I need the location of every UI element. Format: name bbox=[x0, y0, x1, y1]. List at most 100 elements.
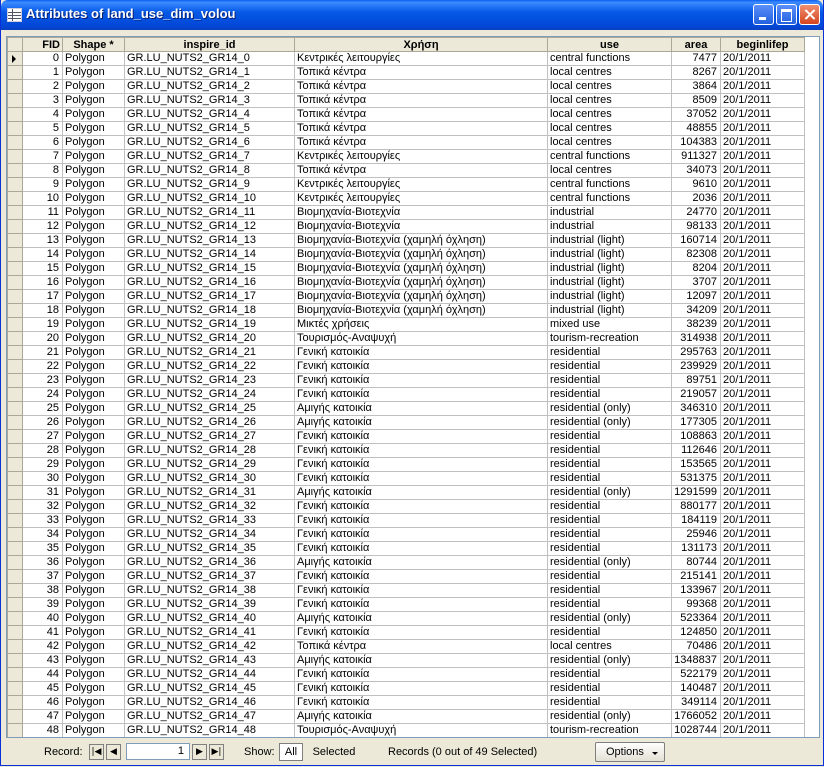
cell-inspire-id[interactable]: GR.LU_NUTS2_GR14_8 bbox=[124, 163, 295, 178]
cell-beginlifep[interactable]: 20/1/2011 bbox=[720, 723, 805, 737]
cell-area[interactable]: 184119 bbox=[671, 513, 721, 528]
cell-xrisi[interactable]: Τοπικά κέντρα bbox=[294, 107, 548, 122]
cell-shape[interactable]: Polygon bbox=[62, 401, 125, 416]
cell-area[interactable]: 523364 bbox=[671, 611, 721, 626]
cell-fid[interactable]: 20 bbox=[22, 331, 63, 346]
cell-shape[interactable]: Polygon bbox=[62, 499, 125, 514]
cell-area[interactable]: 98133 bbox=[671, 219, 721, 234]
table-row[interactable]: 17 Polygon GR.LU_NUTS2_GR14_17 Βιομηχανία-Β… bbox=[7, 289, 805, 304]
cell-shape[interactable]: Polygon bbox=[62, 387, 125, 402]
cell-shape[interactable]: Polygon bbox=[62, 485, 125, 500]
cell-beginlifep[interactable]: 20/1/2011 bbox=[720, 275, 805, 290]
cell-area[interactable]: 3707 bbox=[671, 275, 721, 290]
cell-area[interactable]: 2036 bbox=[671, 191, 721, 206]
cell-inspire-id[interactable]: GR.LU_NUTS2_GR14_15 bbox=[124, 261, 295, 276]
cell-shape[interactable]: Polygon bbox=[62, 261, 125, 276]
cell-area[interactable]: 37052 bbox=[671, 107, 721, 122]
cell-area[interactable]: 346310 bbox=[671, 401, 721, 416]
cell-use[interactable]: residential (only) bbox=[547, 485, 672, 500]
cell-fid[interactable]: 23 bbox=[22, 373, 63, 388]
cell-xrisi[interactable]: Γενική κατοικία bbox=[294, 443, 548, 458]
cell-use[interactable]: residential bbox=[547, 681, 672, 696]
cell-shape[interactable]: Polygon bbox=[62, 527, 125, 542]
cell-inspire-id[interactable]: GR.LU_NUTS2_GR14_6 bbox=[124, 135, 295, 150]
table-row[interactable]: 4 Polygon GR.LU_NUTS2_GR14_4 Τοπικά κέντρα l… bbox=[7, 107, 805, 122]
cell-xrisi[interactable]: Μικτές χρήσεις bbox=[294, 317, 548, 332]
cell-xrisi[interactable]: Τοπικά κέντρα bbox=[294, 93, 548, 108]
table-row[interactable]: 15 Polygon GR.LU_NUTS2_GR14_15 Βιομηχανία-Β… bbox=[7, 261, 805, 276]
title-bar[interactable]: Attributes of land_use_dim_volou bbox=[1, 0, 823, 30]
cell-inspire-id[interactable]: GR.LU_NUTS2_GR14_11 bbox=[124, 205, 295, 220]
row-selector[interactable] bbox=[7, 443, 23, 458]
cell-shape[interactable]: Polygon bbox=[62, 373, 125, 388]
cell-beginlifep[interactable]: 20/1/2011 bbox=[720, 513, 805, 528]
cell-shape[interactable]: Polygon bbox=[62, 317, 125, 332]
cell-inspire-id[interactable]: GR.LU_NUTS2_GR14_44 bbox=[124, 667, 295, 682]
row-selector[interactable] bbox=[7, 611, 23, 626]
table-row[interactable]: 18 Polygon GR.LU_NUTS2_GR14_18 Βιομηχανία-Β… bbox=[7, 303, 805, 318]
cell-beginlifep[interactable]: 20/1/2011 bbox=[720, 695, 805, 710]
cell-shape[interactable]: Polygon bbox=[62, 93, 125, 108]
row-selector[interactable] bbox=[7, 303, 23, 318]
cell-beginlifep[interactable]: 20/1/2011 bbox=[720, 639, 805, 654]
row-selector[interactable] bbox=[7, 65, 23, 80]
cell-inspire-id[interactable]: GR.LU_NUTS2_GR14_31 bbox=[124, 485, 295, 500]
cell-beginlifep[interactable]: 20/1/2011 bbox=[720, 177, 805, 192]
row-selector[interactable] bbox=[7, 569, 23, 584]
cell-use[interactable]: residential bbox=[547, 457, 672, 472]
cell-inspire-id[interactable]: GR.LU_NUTS2_GR14_26 bbox=[124, 415, 295, 430]
row-selector[interactable] bbox=[7, 359, 23, 374]
cell-fid[interactable]: 47 bbox=[22, 709, 63, 724]
cell-fid[interactable]: 30 bbox=[22, 471, 63, 486]
cell-inspire-id[interactable]: GR.LU_NUTS2_GR14_47 bbox=[124, 709, 295, 724]
column-header-inspire-id[interactable]: inspire_id bbox=[124, 37, 295, 52]
row-selector[interactable] bbox=[7, 667, 23, 682]
row-selector[interactable] bbox=[7, 275, 23, 290]
cell-xrisi[interactable]: Γενική κατοικία bbox=[294, 345, 548, 360]
row-selector[interactable] bbox=[7, 51, 23, 66]
cell-area[interactable]: 295763 bbox=[671, 345, 721, 360]
cell-xrisi[interactable]: Βιομηχανία-Βιοτεχνία bbox=[294, 219, 548, 234]
table-row[interactable]: 21 Polygon GR.LU_NUTS2_GR14_21 Γενική κατοι… bbox=[7, 345, 805, 360]
next-record-button[interactable]: ▶ bbox=[192, 744, 207, 760]
table-row[interactable]: 37 Polygon GR.LU_NUTS2_GR14_37 Γενική κατοι… bbox=[7, 569, 805, 584]
cell-fid[interactable]: 5 bbox=[22, 121, 63, 136]
cell-beginlifep[interactable]: 20/1/2011 bbox=[720, 709, 805, 724]
cell-inspire-id[interactable]: GR.LU_NUTS2_GR14_9 bbox=[124, 177, 295, 192]
cell-shape[interactable]: Polygon bbox=[62, 695, 125, 710]
cell-beginlifep[interactable]: 20/1/2011 bbox=[720, 261, 805, 276]
cell-xrisi[interactable]: Κεντρικές λειτουργίες bbox=[294, 149, 548, 164]
cell-beginlifep[interactable]: 20/1/2011 bbox=[720, 93, 805, 108]
cell-xrisi[interactable]: Κεντρικές λειτουργίες bbox=[294, 191, 548, 206]
cell-area[interactable]: 349114 bbox=[671, 695, 721, 710]
cell-shape[interactable]: Polygon bbox=[62, 415, 125, 430]
cell-fid[interactable]: 3 bbox=[22, 93, 63, 108]
cell-area[interactable]: 8267 bbox=[671, 65, 721, 80]
row-selector[interactable] bbox=[7, 653, 23, 668]
cell-area[interactable]: 12097 bbox=[671, 289, 721, 304]
cell-inspire-id[interactable]: GR.LU_NUTS2_GR14_16 bbox=[124, 275, 295, 290]
cell-xrisi[interactable]: Αμιγής κατοικία bbox=[294, 709, 548, 724]
cell-fid[interactable]: 44 bbox=[22, 667, 63, 682]
cell-inspire-id[interactable]: GR.LU_NUTS2_GR14_2 bbox=[124, 79, 295, 94]
cell-xrisi[interactable]: Αμιγής κατοικία bbox=[294, 401, 548, 416]
cell-area[interactable]: 48855 bbox=[671, 121, 721, 136]
cell-xrisi[interactable]: Τουρισμός-Αναψυχή bbox=[294, 331, 548, 346]
cell-shape[interactable]: Polygon bbox=[62, 107, 125, 122]
table-row[interactable]: 35 Polygon GR.LU_NUTS2_GR14_35 Γενική κατοι… bbox=[7, 541, 805, 556]
cell-shape[interactable]: Polygon bbox=[62, 639, 125, 654]
cell-inspire-id[interactable]: GR.LU_NUTS2_GR14_39 bbox=[124, 597, 295, 612]
row-selector[interactable] bbox=[7, 401, 23, 416]
cell-area[interactable]: 99368 bbox=[671, 597, 721, 612]
column-header-use[interactable]: use bbox=[547, 37, 672, 52]
cell-beginlifep[interactable]: 20/1/2011 bbox=[720, 373, 805, 388]
cell-beginlifep[interactable]: 20/1/2011 bbox=[720, 345, 805, 360]
table-row[interactable]: 25 Polygon GR.LU_NUTS2_GR14_25 Αμιγής κατοι… bbox=[7, 401, 805, 416]
cell-xrisi[interactable]: Βιομηχανία-Βιοτεχνία (χαμηλή όχληση) bbox=[294, 233, 548, 248]
row-selector[interactable] bbox=[7, 233, 23, 248]
cell-use[interactable]: central functions bbox=[547, 177, 672, 192]
cell-fid[interactable]: 41 bbox=[22, 625, 63, 640]
cell-fid[interactable]: 4 bbox=[22, 107, 63, 122]
cell-use[interactable]: local centres bbox=[547, 107, 672, 122]
table-row[interactable]: 20 Polygon GR.LU_NUTS2_GR14_20 Τουρισμός-Αν… bbox=[7, 331, 805, 346]
